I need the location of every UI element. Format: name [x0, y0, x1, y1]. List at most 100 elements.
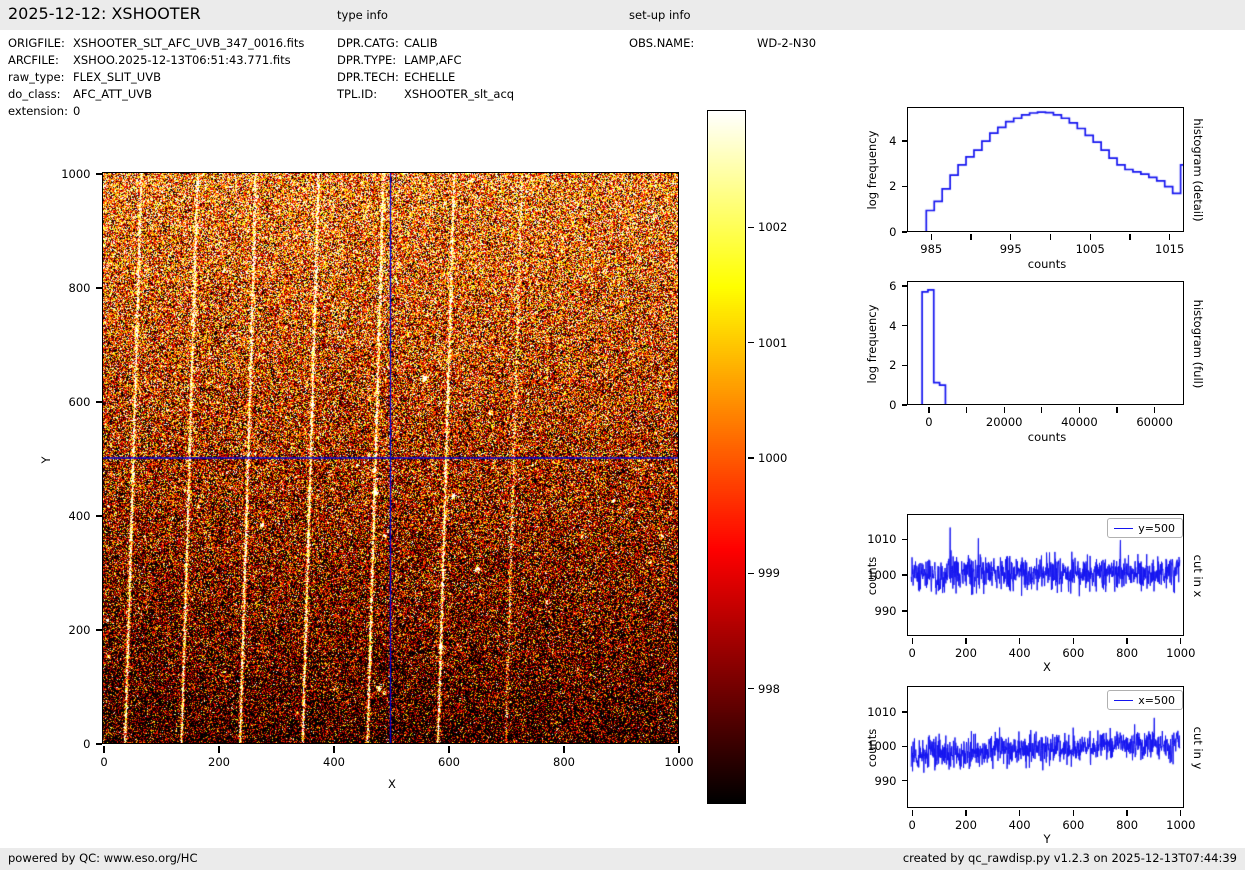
info-row: do_class:AFC_ATT_UVB: [8, 86, 304, 103]
cut-in-x-xaxis-label: X: [1043, 660, 1051, 674]
tick-label: 40000: [1044, 414, 1114, 430]
tick-label: 1001: [758, 335, 808, 351]
cut-in-y-xaxis-label: Y: [1043, 832, 1050, 846]
tick-mark: [902, 539, 908, 540]
type-info-heading: type info: [337, 8, 388, 22]
info-row: raw_type:FLEX_SLIT_UVB: [8, 69, 304, 86]
tick-label: 1000: [1146, 645, 1216, 661]
tick-mark: [96, 743, 103, 744]
tick-label: 1000: [847, 738, 897, 754]
tick-label: 998: [758, 681, 808, 697]
tick-label: 1005: [1055, 241, 1125, 257]
info-label: extension:: [8, 103, 73, 120]
tick-mark: [96, 401, 103, 402]
info-row: TPL.ID:XSHOOTER_slt_acq: [337, 86, 514, 103]
tick-label: 400: [299, 754, 369, 770]
tick-mark: [1019, 638, 1020, 644]
histogram-detail-right-label: histogram (detail): [1191, 118, 1205, 221]
cut-in-y-legend: x=500: [1107, 690, 1183, 710]
tick-mark: [96, 629, 103, 630]
tick-mark: [902, 365, 908, 366]
tick-mark: [1041, 407, 1042, 413]
info-label: ORIGFILE:: [8, 35, 73, 52]
tick-label: 800: [529, 754, 599, 770]
info-row: DPR.TECH:ECHELLE: [337, 69, 514, 86]
tick-mark: [218, 746, 219, 753]
tick-label: 990: [847, 773, 897, 789]
tick-mark: [1010, 234, 1011, 240]
main-yaxis-label: Y: [39, 456, 53, 463]
tick-label: 2: [847, 357, 897, 373]
tick-label: 1000: [41, 166, 91, 182]
file-info-block: ORIGFILE:XSHOOTER_SLT_AFC_UVB_347_0016.f…: [8, 35, 304, 120]
tick-mark: [748, 342, 754, 343]
info-value: XSHOOTER_SLT_AFC_UVB_347_0016.fits: [73, 35, 304, 52]
tick-label: 200: [41, 622, 91, 638]
tick-label: 0: [847, 224, 897, 240]
histogram-full-canvas: [908, 282, 1183, 404]
info-value: 0: [73, 103, 80, 120]
main-image-canvas: [103, 173, 678, 743]
tick-mark: [965, 638, 966, 644]
tick-mark: [748, 227, 754, 228]
tick-mark: [1079, 407, 1080, 413]
tick-mark: [748, 688, 754, 689]
tick-mark: [563, 746, 564, 753]
tick-mark: [748, 457, 754, 458]
tick-mark: [96, 173, 103, 174]
tick-label: 0: [69, 754, 139, 770]
tick-label: 0: [894, 414, 964, 430]
tick-label: 4: [847, 318, 897, 334]
tick-mark: [1004, 407, 1005, 413]
info-row: DPR.CATG:CALIB: [337, 35, 514, 52]
tick-mark: [96, 287, 103, 288]
tick-mark: [928, 407, 929, 413]
tick-mark: [902, 404, 908, 405]
info-value: AFC_ATT_UVB: [73, 86, 152, 103]
tick-mark: [1073, 810, 1074, 816]
histogram-detail-xaxis-label: counts: [1028, 257, 1066, 271]
histogram-full-right-label: histogram (full): [1191, 300, 1205, 389]
tick-mark: [1169, 234, 1170, 240]
tick-label: 990: [847, 603, 897, 619]
tick-label: 200: [184, 754, 254, 770]
info-label: OBS.NAME:: [629, 35, 757, 52]
tick-label: 20000: [969, 414, 1039, 430]
tick-label: 800: [41, 280, 91, 296]
tick-mark: [902, 325, 908, 326]
cut-in-x-right-label: cut in x: [1191, 555, 1205, 598]
setup-info-block: OBS.NAME:WD-2-N30: [629, 35, 816, 52]
tick-mark: [966, 407, 967, 413]
tick-mark: [912, 638, 913, 644]
histogram-full-xaxis-label: counts: [1028, 430, 1066, 444]
tick-label: 2: [847, 178, 897, 194]
info-row: ARCFILE:XSHOO.2025-12-13T06:51:43.771.fi…: [8, 52, 304, 69]
tick-label: 1000: [847, 567, 897, 583]
tick-mark: [902, 746, 908, 747]
histogram-detail-plot: [907, 107, 1184, 232]
info-label: raw_type:: [8, 69, 73, 86]
tick-mark: [902, 186, 908, 187]
type-info-block: DPR.CATG:CALIBDPR.TYPE:LAMP,AFCDPR.TECH:…: [337, 35, 514, 103]
tick-label: 999: [758, 565, 808, 581]
tick-mark: [1019, 810, 1020, 816]
setup-info-heading: set-up info: [629, 8, 691, 22]
tick-mark: [678, 746, 679, 753]
legend-label: y=500: [1138, 522, 1175, 535]
cut-in-y-right-label: cut in y: [1191, 727, 1205, 770]
tick-mark: [902, 140, 908, 141]
tick-mark: [1050, 234, 1051, 240]
info-value: XSHOOTER_slt_acq: [404, 86, 514, 103]
tick-label: 985: [896, 241, 966, 257]
tick-mark: [1126, 638, 1127, 644]
info-value: LAMP,AFC: [404, 52, 462, 69]
main-xaxis-label: X: [388, 777, 396, 791]
tick-label: 6: [847, 278, 897, 294]
info-label: do_class:: [8, 86, 73, 103]
colorbar-canvas: [708, 111, 745, 803]
legend-label: x=500: [1138, 694, 1175, 707]
tick-mark: [1073, 638, 1074, 644]
tick-mark: [1116, 407, 1117, 413]
tick-label: 1002: [758, 219, 808, 235]
tick-label: 1010: [847, 704, 897, 720]
